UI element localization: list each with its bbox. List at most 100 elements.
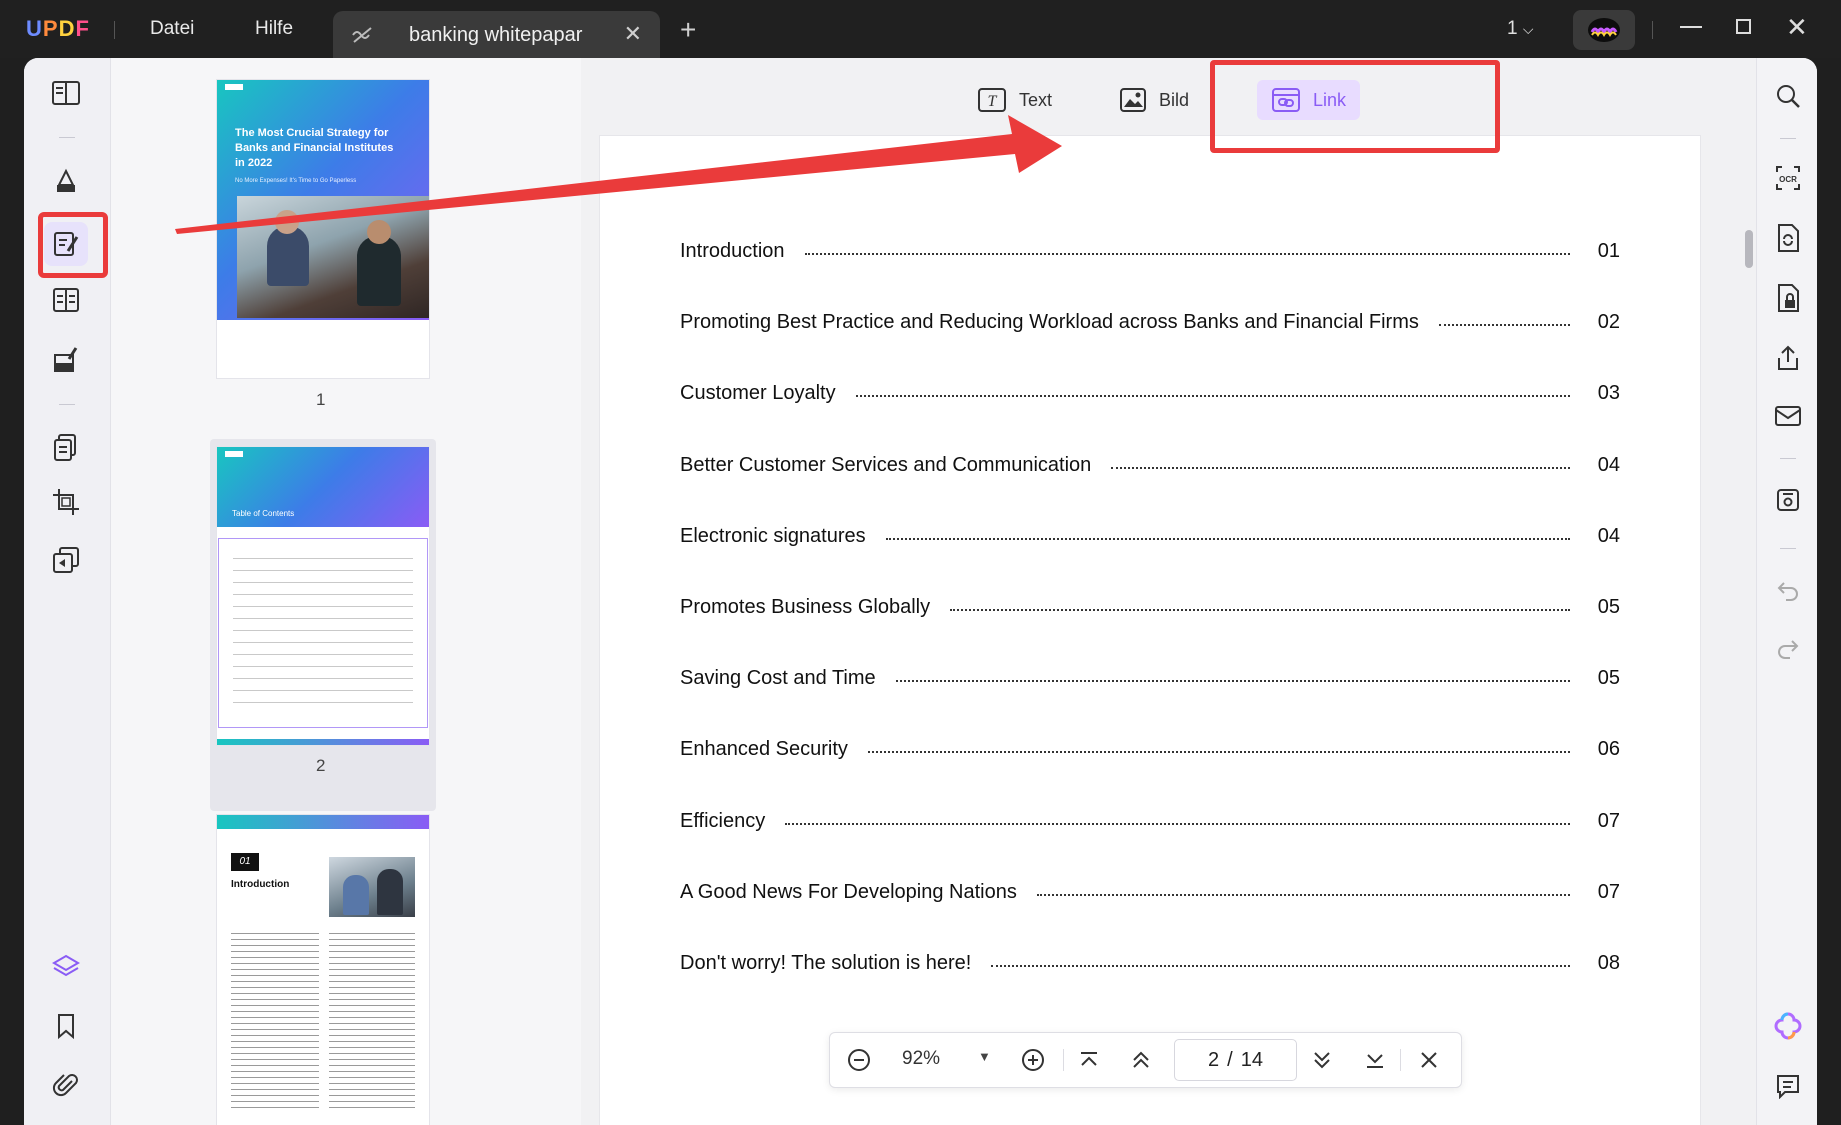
svg-text:OCR: OCR <box>1779 175 1797 184</box>
thumbnail-toc-lines <box>233 547 413 707</box>
toc-row[interactable]: Saving Cost and Time 05 <box>680 663 1620 693</box>
zoom-in-icon[interactable] <box>1016 1043 1050 1077</box>
previous-page-icon[interactable] <box>1124 1043 1158 1077</box>
organize-pages-icon[interactable] <box>44 425 88 469</box>
share-icon[interactable] <box>1770 340 1806 376</box>
comment-list-icon[interactable] <box>1770 1068 1806 1104</box>
annotation-highlight-edit-tool <box>38 212 108 278</box>
toc-row[interactable]: Electronic signatures 04 <box>680 521 1620 551</box>
add-image-label: Bild <box>1159 89 1190 110</box>
thumbnail-page-number: 1 <box>316 390 326 409</box>
window-close-icon[interactable]: ✕ <box>1786 12 1808 43</box>
minimize-icon[interactable] <box>1680 26 1702 28</box>
attachment-icon[interactable] <box>44 1063 88 1107</box>
document-tab[interactable]: banking whitepapar ✕ <box>333 11 660 58</box>
add-text-label: Text <box>1019 89 1053 110</box>
redo-icon[interactable] <box>1770 630 1806 666</box>
toolbar-divider <box>59 404 75 405</box>
app-frame: The Most Crucial Strategy for Banks and … <box>24 58 1817 1125</box>
search-icon[interactable] <box>1770 78 1806 114</box>
email-icon[interactable] <box>1770 398 1806 434</box>
toc-page-number: 03 <box>1597 381 1620 404</box>
toc-entry-title: Promoting Best Practice and Reducing Wor… <box>680 310 1419 333</box>
protect-pdf-icon[interactable] <box>1770 280 1806 316</box>
thumbnail-body-text-right <box>329 933 415 1113</box>
menu-datei[interactable]: Datei <box>150 18 194 40</box>
comment-highlighter-icon[interactable] <box>44 160 88 204</box>
zoom-dropdown-icon[interactable]: ▼ <box>978 1049 991 1064</box>
undo-icon[interactable] <box>1770 572 1806 608</box>
add-tab-icon[interactable]: + <box>680 14 696 46</box>
avatar[interactable] <box>1573 10 1635 50</box>
thumbnail-logo <box>225 451 243 457</box>
svg-text:T: T <box>988 93 998 110</box>
toc-entry-title: Electronic signatures <box>680 524 866 547</box>
toc-leader-dots <box>1036 894 1570 896</box>
updf-logo: UPDF <box>26 16 90 41</box>
title-bar: UPDF Datei Hilfe banking whitepapar ✕ + … <box>0 0 1841 58</box>
next-page-icon[interactable] <box>1305 1043 1339 1077</box>
crop-pages-icon[interactable] <box>44 480 88 524</box>
toc-row[interactable]: Customer Loyalty 03 <box>680 378 1620 408</box>
toc-leader-dots <box>855 395 1570 397</box>
convert-pdf-icon[interactable] <box>1770 220 1806 256</box>
batch-pdf-icon[interactable] <box>44 538 88 582</box>
add-text-button[interactable]: T Text <box>963 80 1066 120</box>
reader-mode-icon[interactable] <box>44 71 88 115</box>
page-thumbnail-1[interactable]: The Most Crucial Strategy for Banks and … <box>217 80 429 378</box>
form-icon[interactable] <box>44 278 88 322</box>
page-thumbnail-2[interactable]: Table of Contents <box>217 447 429 745</box>
first-page-icon[interactable] <box>1072 1043 1106 1077</box>
toc-entry-title: Introduction <box>680 239 785 262</box>
fill-sign-icon[interactable] <box>44 338 88 382</box>
toc-page-number: 05 <box>1597 666 1620 689</box>
vertical-scrollbar-thumb[interactable] <box>1745 230 1753 268</box>
thumbnail-toc-title: Table of Contents <box>232 509 295 518</box>
toc-row[interactable]: Promoting Best Practice and Reducing Wor… <box>680 307 1620 337</box>
page-separator: / <box>1227 1048 1233 1071</box>
toc-row[interactable]: Don't worry! The solution is here! 08 <box>680 948 1620 978</box>
title-separator <box>114 21 115 39</box>
last-page-icon[interactable] <box>1358 1043 1392 1077</box>
add-image-button[interactable]: Bild <box>1105 80 1203 120</box>
ocr-icon[interactable]: OCR <box>1770 160 1806 196</box>
window-count[interactable]: 1 ⌵ <box>1507 18 1533 40</box>
toolbar-divider <box>1780 458 1796 459</box>
bookmark-icon[interactable] <box>44 1004 88 1048</box>
layers-icon[interactable] <box>44 945 88 989</box>
thumbnail-header-bar <box>217 815 429 829</box>
zoom-out-icon[interactable] <box>842 1043 876 1077</box>
tab-title: banking whitepapar <box>409 24 583 46</box>
tab-close-icon[interactable]: ✕ <box>624 21 642 47</box>
toc-row[interactable]: Introduction 01 <box>680 236 1620 266</box>
toc-page-number: 06 <box>1597 737 1620 760</box>
toc-row[interactable]: Enhanced Security 06 <box>680 734 1620 764</box>
zoom-level[interactable]: 92% <box>902 1048 940 1070</box>
maximize-icon[interactable] <box>1736 19 1751 34</box>
toc-row[interactable]: Promotes Business Globally 05 <box>680 592 1620 622</box>
toc-leader-dots <box>1111 467 1570 469</box>
thumbnail-toc-box <box>218 538 428 728</box>
toc-row[interactable]: Efficiency 07 <box>680 806 1620 836</box>
total-pages: 14 <box>1240 1048 1263 1071</box>
toolbar-divider <box>1780 548 1796 549</box>
toc-page-number: 08 <box>1597 951 1620 974</box>
thumbnail-page-number: 2 <box>316 756 326 775</box>
page-number-input[interactable]: 2 / 14 <box>1174 1039 1297 1081</box>
toc-entry-title: Don't worry! The solution is here! <box>680 951 972 974</box>
toc-row[interactable]: Better Customer Services and Communicati… <box>680 450 1620 480</box>
close-nav-icon[interactable] <box>1412 1043 1446 1077</box>
menu-hilfe[interactable]: Hilfe <box>255 18 293 40</box>
toc-leader-dots <box>885 538 1570 540</box>
toc-leader-dots <box>895 680 1570 682</box>
toc-entry-title: Customer Loyalty <box>680 381 836 404</box>
page-thumbnail-3[interactable]: 01 Introduction <box>217 815 429 1125</box>
thumbnail-chapter-badge: 01 <box>231 853 259 871</box>
right-toolbar: OCR <box>1756 58 1817 1125</box>
thumbnail-chapter-title: Introduction <box>231 879 290 890</box>
save-icon[interactable] <box>1770 482 1806 518</box>
ai-assistant-icon[interactable] <box>1770 1008 1806 1044</box>
chevron-down-icon: ⌵ <box>1522 21 1534 37</box>
toc-leader-dots <box>991 965 1570 967</box>
toc-row[interactable]: A Good News For Developing Nations 07 <box>680 877 1620 907</box>
